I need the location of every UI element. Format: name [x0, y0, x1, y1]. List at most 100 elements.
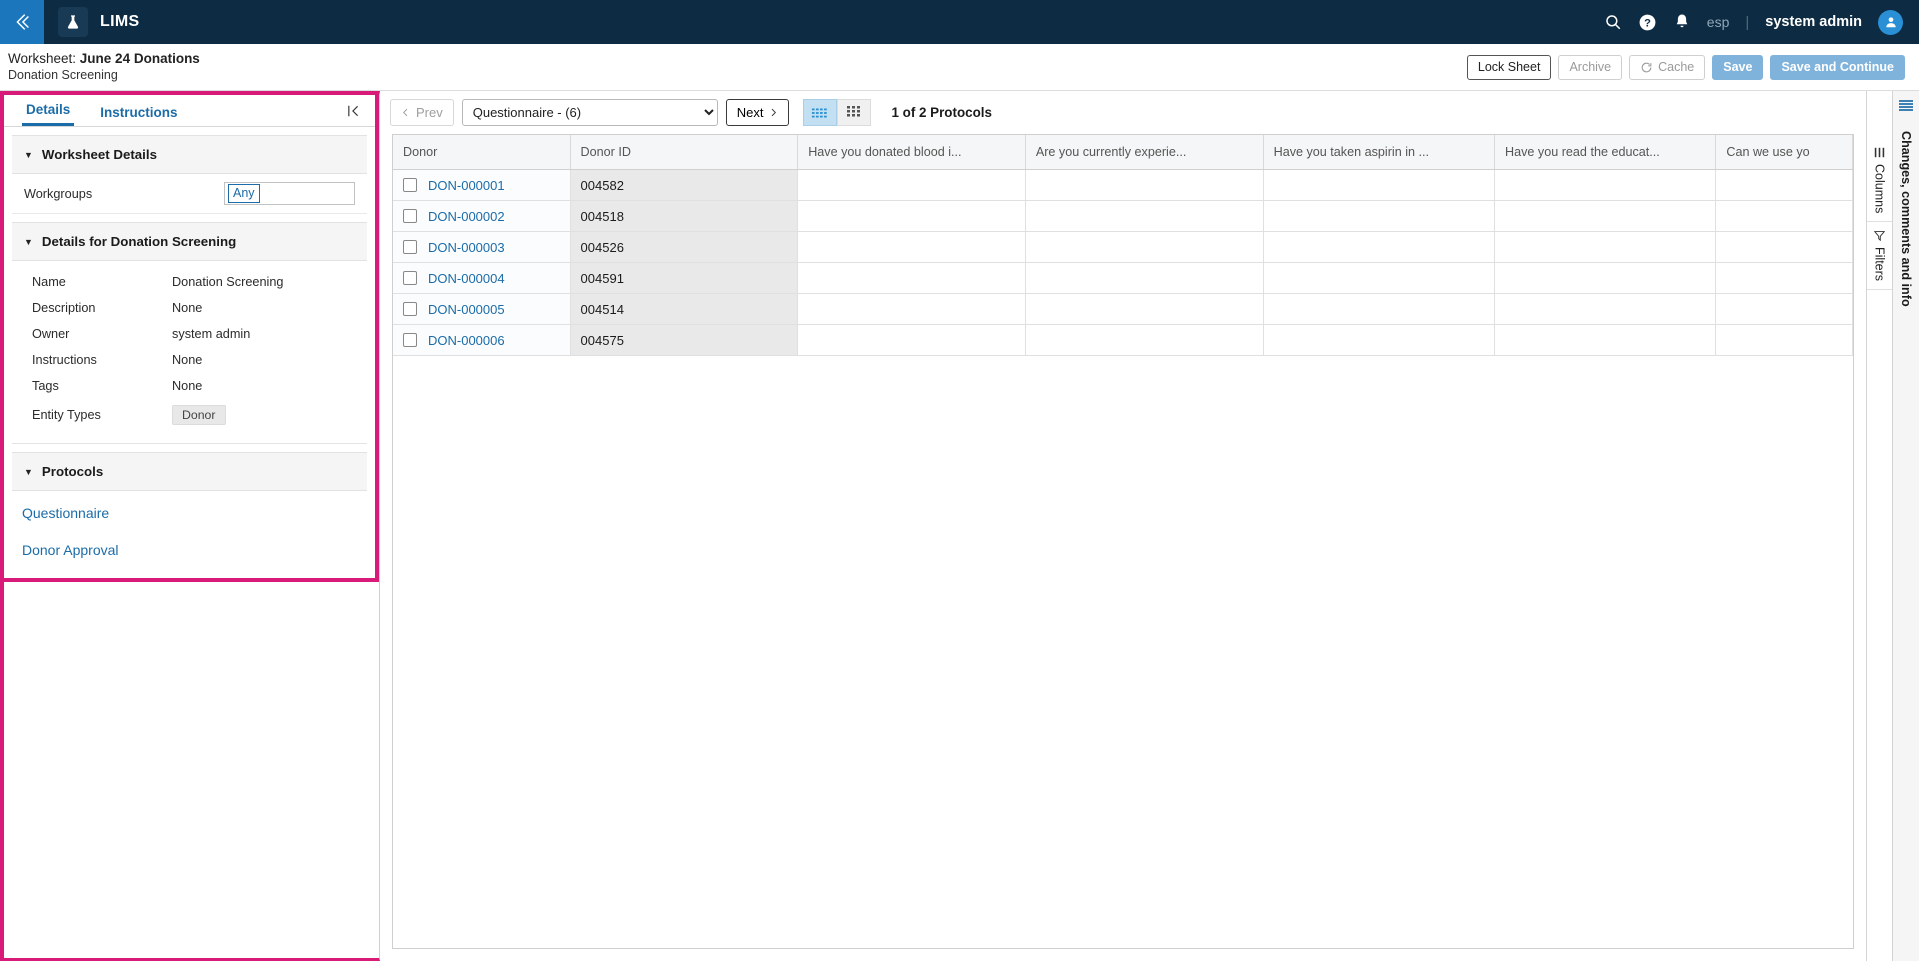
bell-icon[interactable]: [1673, 13, 1691, 31]
tab-instructions[interactable]: Instructions: [96, 105, 181, 126]
protocol-link-donor-approval[interactable]: Donor Approval: [22, 542, 367, 558]
prev-protocol-button[interactable]: Prev: [390, 99, 454, 126]
cell-answer-q2[interactable]: [1025, 324, 1264, 356]
cell-answer-q2[interactable]: [1025, 293, 1264, 325]
cell-donor-id[interactable]: 004582: [570, 169, 799, 201]
locale-switcher[interactable]: esp: [1707, 14, 1730, 30]
cell-donor-id[interactable]: 004526: [570, 231, 799, 263]
row-checkbox[interactable]: [403, 271, 417, 285]
filters-rail-button[interactable]: Filters: [1867, 222, 1892, 291]
workgroups-chip[interactable]: Any: [228, 184, 260, 203]
cache-button[interactable]: Cache: [1629, 54, 1706, 80]
section-worksheet-details-header[interactable]: ▼ Worksheet Details: [12, 135, 367, 174]
cell-donor-id[interactable]: 004514: [570, 293, 799, 325]
cell-answer-q3[interactable]: [1263, 293, 1496, 325]
cell-answer-q5[interactable]: [1715, 324, 1853, 356]
cell-answer-q2[interactable]: [1025, 231, 1264, 263]
cell-answer-q1[interactable]: [797, 293, 1026, 325]
cell-answer-q1[interactable]: [797, 324, 1026, 356]
table-row[interactable]: DON-000004 004591: [393, 262, 1853, 294]
save-button[interactable]: Save: [1712, 54, 1764, 80]
table-row[interactable]: DON-000002 004518: [393, 200, 1853, 232]
workgroups-input[interactable]: Any: [224, 182, 355, 205]
section-worksheet-details-title: Worksheet Details: [41, 147, 157, 162]
cell-answer-q5[interactable]: [1715, 231, 1853, 263]
username-label[interactable]: system admin: [1765, 14, 1862, 30]
protocol-link-questionnaire[interactable]: Questionnaire: [22, 505, 367, 521]
table-row[interactable]: DON-000006 004575: [393, 324, 1853, 356]
cell-answer-q3[interactable]: [1263, 231, 1496, 263]
cell-donor-id[interactable]: 004518: [570, 200, 799, 232]
cell-answer-q3[interactable]: [1263, 324, 1496, 356]
cell-answer-q2[interactable]: [1025, 262, 1264, 294]
help-icon[interactable]: ?: [1638, 13, 1657, 32]
columns-icon: [1874, 147, 1885, 158]
column-header-donor-id[interactable]: Donor ID: [570, 135, 799, 170]
cell-answer-q5[interactable]: [1715, 200, 1853, 232]
cell-donor-id[interactable]: 004575: [570, 324, 799, 356]
filters-rail-label: Filters: [1872, 247, 1887, 282]
cell-answer-q4[interactable]: [1494, 169, 1717, 201]
cell-answer-q4[interactable]: [1494, 231, 1717, 263]
section-donation-details-header[interactable]: ▼ Details for Donation Screening: [12, 222, 367, 261]
cell-donor-id[interactable]: 004591: [570, 262, 799, 294]
columns-rail-button[interactable]: Columns: [1867, 139, 1892, 223]
cell-answer-q1[interactable]: [797, 262, 1026, 294]
cell-answer-q2[interactable]: [1025, 169, 1264, 201]
menu-lines-icon[interactable]: [1898, 99, 1914, 117]
save-and-continue-button[interactable]: Save and Continue: [1770, 54, 1905, 80]
cell-answer-q3[interactable]: [1263, 262, 1496, 294]
cell-answer-q1[interactable]: [797, 169, 1026, 201]
next-protocol-button[interactable]: Next: [725, 99, 790, 126]
flask-glyph: [67, 15, 79, 29]
changes-comments-label[interactable]: Changes, comments and info: [1899, 131, 1913, 307]
column-header-q1[interactable]: Have you donated blood i...: [797, 135, 1026, 170]
row-checkbox[interactable]: [403, 302, 417, 316]
dense-grid-icon[interactable]: [803, 99, 838, 126]
column-header-q3[interactable]: Have you taken aspirin in ...: [1263, 135, 1496, 170]
tab-details[interactable]: Details: [22, 102, 75, 126]
row-checkbox[interactable]: [403, 240, 417, 254]
cell-answer-q5[interactable]: [1715, 262, 1853, 294]
grid-side-rail: Columns Filters: [1866, 91, 1892, 961]
cell-answer-q4[interactable]: [1494, 293, 1717, 325]
donor-link[interactable]: DON-000004: [428, 271, 505, 286]
user-avatar-icon[interactable]: [1878, 9, 1903, 35]
entity-type-chip-donor[interactable]: Donor: [172, 405, 226, 425]
archive-button[interactable]: Archive: [1558, 54, 1623, 80]
table-row[interactable]: DON-000005 004514: [393, 293, 1853, 325]
cell-answer-q5[interactable]: [1715, 169, 1853, 201]
cell-answer-q3[interactable]: [1263, 200, 1496, 232]
table-grid-icon[interactable]: [837, 99, 872, 126]
cell-answer-q1[interactable]: [797, 200, 1026, 232]
back-button[interactable]: [0, 0, 44, 44]
grid-toolbar: Prev Questionnaire - (6) Donor Approval …: [380, 91, 1866, 134]
donor-link[interactable]: DON-000006: [428, 333, 505, 348]
donor-link[interactable]: DON-000002: [428, 209, 505, 224]
donor-link[interactable]: DON-000003: [428, 240, 505, 255]
search-icon[interactable]: [1604, 13, 1622, 31]
row-checkbox[interactable]: [403, 209, 417, 223]
detail-value: Donation Screening: [172, 275, 284, 289]
cell-answer-q5[interactable]: [1715, 293, 1853, 325]
column-header-q2[interactable]: Are you currently experie...: [1025, 135, 1264, 170]
cell-answer-q4[interactable]: [1494, 200, 1717, 232]
cell-answer-q4[interactable]: [1494, 262, 1717, 294]
row-checkbox[interactable]: [403, 333, 417, 347]
lock-sheet-button[interactable]: Lock Sheet: [1466, 54, 1552, 80]
protocol-select[interactable]: Questionnaire - (6) Donor Approval: [461, 99, 718, 126]
donor-link[interactable]: DON-000005: [428, 302, 505, 317]
cell-answer-q3[interactable]: [1263, 169, 1496, 201]
row-checkbox[interactable]: [403, 178, 417, 192]
cell-answer-q1[interactable]: [797, 231, 1026, 263]
column-header-q5[interactable]: Can we use yo: [1715, 135, 1853, 170]
table-row[interactable]: DON-000003 004526: [393, 231, 1853, 263]
column-header-q4[interactable]: Have you read the educat...: [1494, 135, 1717, 170]
cell-answer-q4[interactable]: [1494, 324, 1717, 356]
donor-link[interactable]: DON-000001: [428, 178, 505, 193]
cell-answer-q2[interactable]: [1025, 200, 1264, 232]
collapse-panel-icon[interactable]: [346, 104, 361, 121]
section-protocols-header[interactable]: ▼ Protocols: [12, 452, 367, 491]
table-row[interactable]: DON-000001 004582: [393, 169, 1853, 201]
column-header-donor[interactable]: Donor: [393, 135, 571, 170]
